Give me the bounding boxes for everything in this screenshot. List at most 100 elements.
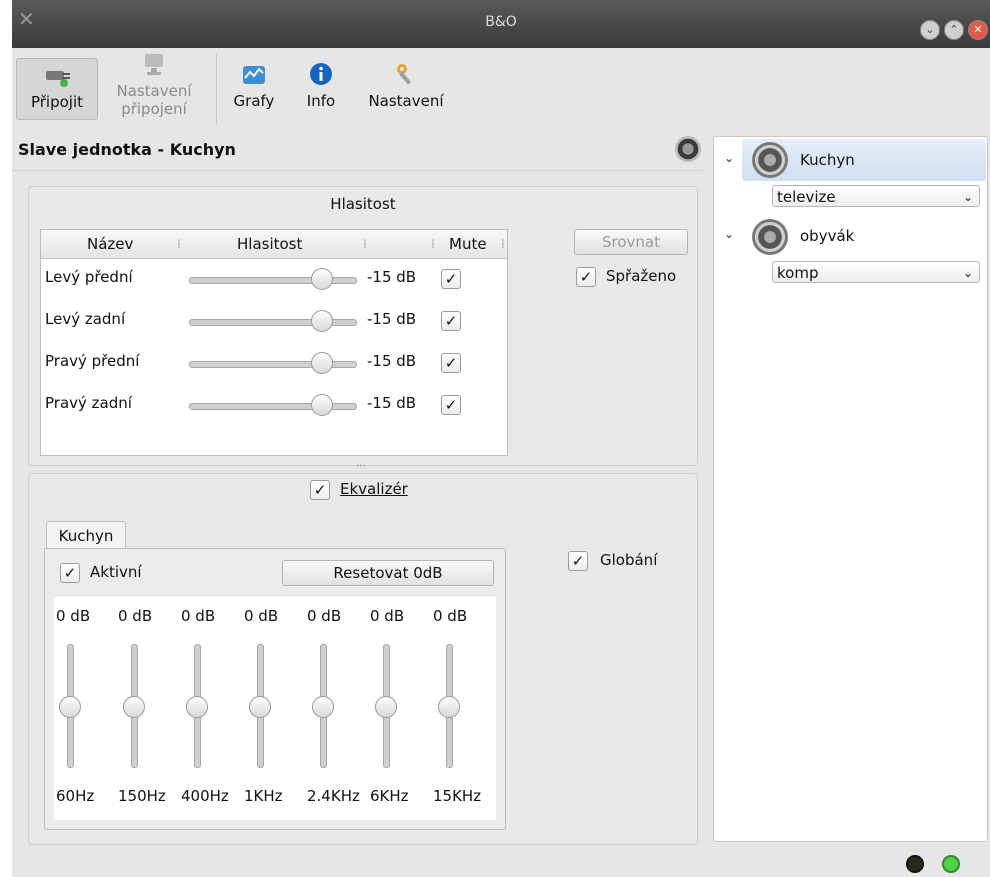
tree-item-kuchyn[interactable]: ⌄ Kuchyn televize ⌄ — [714, 139, 987, 209]
eq-slider-handle[interactable] — [312, 696, 334, 718]
eq-gain-label: 0 dB — [56, 607, 91, 625]
device-tree: ⌄ Kuchyn televize ⌄ ⌄ obyvák komp ⌄ — [713, 136, 988, 842]
volume-group-title: Hlasitost — [330, 195, 396, 213]
eq-slider-handle[interactable] — [375, 696, 397, 718]
maximize-button[interactable]: ⌃ — [944, 20, 964, 40]
window-title: B&O — [485, 14, 517, 30]
volume-slider-handle[interactable] — [311, 310, 333, 332]
global-label: Globání — [600, 551, 658, 569]
eq-slider-handle[interactable] — [438, 696, 460, 718]
volume-table: Název ⁞ Hlasitost ⁞ ⁞ Mute ⁞ Levý přední… — [40, 229, 508, 456]
channel-name: Pravý přední — [45, 352, 140, 370]
connection-settings-label-2: připojení — [121, 100, 187, 118]
speaker-icon — [752, 219, 788, 255]
channel-name: Pravý zadní — [45, 394, 132, 412]
title-bar: ✕ B&O ⌄ ⌃ ✕ — [12, 0, 990, 48]
linked-checkbox[interactable]: ✓ — [576, 267, 596, 287]
active-checkbox[interactable]: ✓ — [60, 563, 80, 583]
table-header: Název ⁞ Hlasitost ⁞ ⁞ Mute ⁞ — [41, 230, 507, 259]
toolbar: Připojit Nastavení připojení Grafy Info … — [12, 48, 990, 128]
eq-gain-label: 0 dB — [433, 607, 468, 625]
column-volume[interactable]: Hlasitost — [237, 230, 302, 258]
speaker-icon — [675, 136, 701, 162]
eq-frequency-label: 400Hz — [181, 787, 229, 805]
info-button[interactable]: Info — [296, 58, 346, 118]
mute-checkbox[interactable]: ✓ — [441, 269, 461, 289]
graph-icon — [243, 66, 265, 84]
eq-gain-label: 0 dB — [244, 607, 279, 625]
eq-frequency-label: 150Hz — [118, 787, 166, 805]
table-row: Pravý zadní -15 dB ✓ — [41, 384, 507, 426]
chevron-down-icon[interactable]: ⌄ — [724, 227, 734, 241]
connection-settings-icon — [145, 54, 163, 75]
channel-name: Levý přední — [45, 268, 133, 286]
source-value: televize — [777, 188, 836, 206]
source-select[interactable]: komp ⌄ — [772, 261, 980, 283]
tab-kuchyn[interactable]: Kuchyn — [46, 521, 126, 550]
eq-slider-handle[interactable] — [59, 696, 81, 718]
channel-name: Levý zadní — [45, 310, 126, 328]
close-button[interactable]: ✕ — [968, 20, 988, 40]
equalizer-label[interactable]: Ekvalizér — [340, 480, 408, 498]
minimize-button[interactable]: ⌄ — [920, 20, 940, 40]
chevron-down-icon[interactable]: ⌄ — [724, 151, 734, 165]
status-led-off — [906, 855, 924, 873]
eq-frequency-label: 6KHz — [370, 787, 409, 805]
graphs-button[interactable]: Grafy — [224, 58, 284, 118]
eq-frequency-label: 2.4KHz — [307, 787, 360, 805]
volume-slider-handle[interactable] — [311, 268, 333, 290]
eq-gain-label: 0 dB — [307, 607, 342, 625]
chevron-down-icon: ⌄ — [962, 266, 973, 280]
mute-checkbox[interactable]: ✓ — [441, 395, 461, 415]
align-button[interactable]: Srovnat — [574, 229, 688, 255]
eq-frequency-label: 1KHz — [244, 787, 283, 805]
page-title: Slave jednotka - Kuchyn — [18, 140, 236, 159]
info-label: Info — [306, 92, 336, 110]
eq-frequency-label: 60Hz — [56, 787, 95, 805]
table-row: Pravý přední -15 dB ✓ — [41, 342, 507, 384]
device-name: obyvák — [800, 227, 855, 245]
speaker-icon — [752, 142, 788, 178]
mute-checkbox[interactable]: ✓ — [441, 311, 461, 331]
toolbar-separator — [216, 54, 217, 124]
settings-label: Nastavení — [368, 92, 444, 110]
app-window: ✕ B&O ⌄ ⌃ ✕ Připojit Nastavení připojení… — [12, 0, 990, 877]
eq-gain-label: 0 dB — [118, 607, 153, 625]
column-name[interactable]: Název — [87, 230, 133, 258]
status-led-on — [942, 855, 960, 873]
info-icon — [310, 63, 332, 85]
volume-slider-handle[interactable] — [311, 352, 333, 374]
active-label: Aktivní — [90, 563, 142, 581]
volume-value: -15 dB — [367, 310, 417, 328]
tree-item-obyvak[interactable]: ⌄ obyvák komp ⌄ — [714, 217, 987, 287]
volume-value: -15 dB — [367, 268, 417, 286]
global-checkbox[interactable]: ✓ — [568, 551, 588, 571]
connection-settings-button[interactable]: Nastavení připojení — [104, 54, 204, 118]
device-name: Kuchyn — [800, 151, 855, 169]
column-mute[interactable]: Mute — [449, 230, 487, 258]
splitter-handle[interactable]: ... — [356, 458, 366, 469]
chevron-down-icon: ⌄ — [962, 190, 973, 204]
heading-divider — [12, 170, 702, 171]
eq-frequency-label: 15KHz — [433, 787, 482, 805]
eq-gain-label: 0 dB — [370, 607, 405, 625]
mute-checkbox[interactable]: ✓ — [441, 353, 461, 373]
settings-button[interactable]: Nastavení — [360, 58, 452, 118]
source-value: komp — [777, 264, 819, 282]
linked-label: Spřaženo — [606, 267, 677, 285]
eq-slider-handle[interactable] — [186, 696, 208, 718]
volume-value: -15 dB — [367, 394, 417, 412]
equalizer-checkbox[interactable]: ✓ — [310, 480, 330, 500]
source-select[interactable]: televize ⌄ — [772, 185, 980, 207]
wrench-icon — [397, 64, 411, 85]
eq-gain-label: 0 dB — [181, 607, 216, 625]
connect-button[interactable]: Připojit — [16, 58, 98, 120]
reset-button[interactable]: Resetovat 0dB — [282, 560, 494, 586]
eq-slider-handle[interactable] — [249, 696, 271, 718]
volume-slider-handle[interactable] — [311, 394, 333, 416]
graphs-label: Grafy — [233, 92, 275, 110]
connect-plug-icon — [46, 71, 70, 87]
table-row: Levý přední -15 dB ✓ — [41, 258, 507, 300]
eq-slider-handle[interactable] — [123, 696, 145, 718]
connect-label: Připojit — [30, 93, 84, 111]
